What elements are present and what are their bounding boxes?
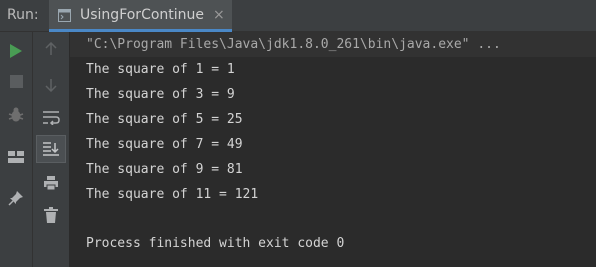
run-toolbar: Run: UsingForContinue ×	[0, 0, 596, 32]
layout-icon[interactable]	[5, 146, 27, 168]
run-actions-gutter	[0, 32, 33, 267]
command-line: "C:\Program Files\Java\jdk1.8.0_261\bin\…	[86, 37, 501, 52]
down-arrow-icon[interactable]	[40, 74, 62, 96]
tab-title: UsingForContinue	[80, 7, 205, 23]
exit-status-line: Process finished with exit code 0	[86, 236, 345, 251]
soft-wrap-icon[interactable]	[40, 106, 62, 128]
tab-usingforcontinue[interactable]: UsingForContinue ×	[49, 0, 232, 32]
output-line: The square of 5 = 25	[86, 112, 243, 127]
console-output[interactable]: "C:\Program Files\Java\jdk1.8.0_261\bin\…	[70, 32, 596, 267]
output-line: The square of 1 = 1	[86, 62, 235, 77]
stop-icon[interactable]	[5, 70, 27, 92]
run-icon[interactable]	[5, 40, 27, 62]
run-label: Run:	[7, 7, 39, 23]
output-line: The square of 9 = 81	[86, 162, 243, 177]
console-window-icon	[58, 9, 71, 22]
close-icon[interactable]: ×	[213, 7, 225, 23]
output-line: The square of 11 = 121	[86, 187, 259, 202]
up-arrow-icon[interactable]	[40, 38, 62, 60]
pin-icon[interactable]	[5, 187, 27, 209]
console-actions-gutter	[33, 32, 70, 267]
trash-icon[interactable]	[40, 204, 62, 226]
scroll-to-end-icon[interactable]	[40, 138, 62, 160]
output-line: The square of 3 = 9	[86, 87, 235, 102]
print-icon[interactable]	[40, 172, 62, 194]
output-line: The square of 7 = 49	[86, 137, 243, 152]
debug-icon[interactable]	[5, 104, 27, 126]
